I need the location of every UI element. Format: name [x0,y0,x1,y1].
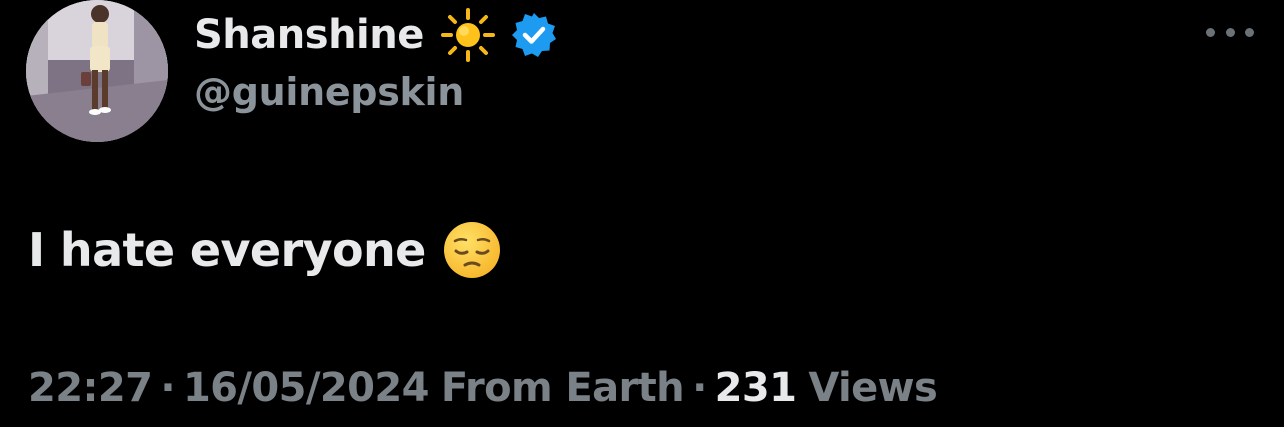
views-count[interactable]: 231 [715,365,797,411]
avatar[interactable] [26,0,168,142]
tweet-date[interactable]: 16/05/2024 [183,365,429,411]
meta-separator: · [160,365,175,411]
author-handle[interactable]: @guinepskin [194,70,464,114]
meta-separator: · [692,365,707,411]
tweet-time[interactable]: 22:27 [28,365,153,411]
tweet-text: I hate everyone [28,223,426,277]
views-label[interactable]: Views [808,365,937,411]
verified-badge-icon[interactable] [510,11,558,59]
more-options-button[interactable] [1206,18,1254,46]
more-dot-icon [1206,27,1215,37]
tweet-meta: 22:27 · 16/05/2024 From Earth · 231 View… [28,360,938,416]
tweet-body: I hate everyone [28,218,502,282]
tweet-source: From Earth [440,365,685,411]
avatar-photo [26,0,168,142]
author-name-row: Shanshine [194,8,558,62]
more-dot-icon [1225,27,1235,37]
author-display-name[interactable]: Shanshine [194,12,424,58]
sun-icon [438,8,498,62]
pensive-face-icon [442,220,502,280]
more-dot-icon [1245,27,1254,37]
